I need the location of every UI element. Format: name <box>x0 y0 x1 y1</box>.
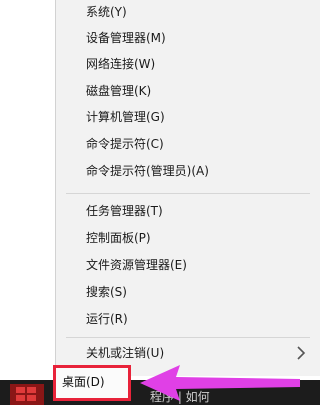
windows-logo-icon <box>16 387 38 402</box>
menu-item-device-manager[interactable]: 设备管理器(M) <box>86 26 166 50</box>
menu-item-run[interactable]: 运行(R) <box>86 307 128 331</box>
menu-item-task-manager[interactable]: 任务管理器(T) <box>86 199 163 223</box>
menu-item-network-connections[interactable]: 网络连接(W) <box>86 52 155 76</box>
menu-item-control-panel[interactable]: 控制面板(P) <box>86 226 151 250</box>
chevron-right-icon <box>297 346 306 360</box>
menu-item-system[interactable]: 系统(Y) <box>86 0 127 24</box>
menu-item-shutdown-signout[interactable]: 关机或注销(U) <box>86 341 164 365</box>
menu-item-disk-management[interactable]: 磁盘管理(K) <box>86 79 151 103</box>
context-menu: 系统(Y) 设备管理器(M) 网络连接(W) 磁盘管理(K) 计算机管理(G) … <box>55 0 320 376</box>
menu-item-desktop[interactable]: 桌面(D) <box>62 370 105 394</box>
menu-item-search[interactable]: 搜索(S) <box>86 280 127 304</box>
menu-separator <box>66 337 310 338</box>
arrow-left-icon <box>140 365 300 401</box>
menu-item-file-explorer[interactable]: 文件资源管理器(E) <box>86 253 187 277</box>
menu-item-command-prompt-admin[interactable]: 命令提示符(管理员)(A) <box>86 159 209 183</box>
menu-item-computer-management[interactable]: 计算机管理(G) <box>86 105 165 129</box>
menu-item-command-prompt[interactable]: 命令提示符(C) <box>86 132 164 156</box>
menu-separator <box>66 193 310 194</box>
start-button[interactable] <box>10 384 44 405</box>
